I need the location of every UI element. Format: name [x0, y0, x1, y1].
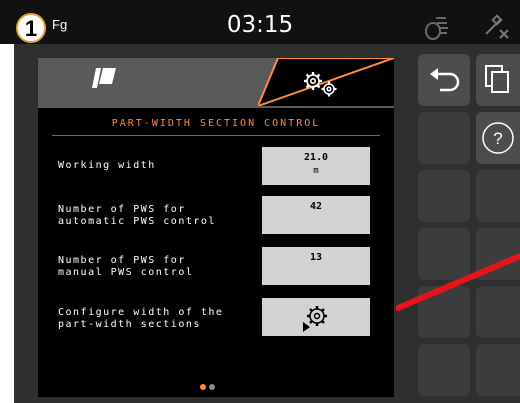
softkey-left-2[interactable]	[418, 112, 470, 164]
softkey-right-3[interactable]	[476, 170, 520, 222]
pws-automatic-label: Number of PWS for automatic PWS control	[58, 204, 216, 227]
help-icon: ?	[482, 122, 514, 154]
pws-automatic-field[interactable]: 42	[262, 196, 370, 234]
copy-pages-button[interactable]	[476, 54, 520, 106]
pws-manual-value: 13	[309, 252, 323, 263]
pws-manual-field[interactable]: 13	[262, 247, 370, 285]
page-dot	[209, 384, 215, 390]
softkey-left-6[interactable]	[418, 344, 470, 396]
settings-gears-icon	[304, 72, 337, 97]
working-width-unit: m	[313, 166, 319, 176]
wheel-icon	[425, 17, 448, 40]
working-width-label: Working width	[58, 160, 156, 171]
pointer-line	[396, 253, 520, 311]
svg-text:?: ?	[493, 129, 502, 148]
back-arrow-icon	[430, 68, 460, 92]
configure-width-button[interactable]	[262, 298, 370, 336]
configure-width-label: Configure width of the part-width sectio…	[58, 307, 224, 330]
pws-automatic-value: 42	[309, 201, 323, 212]
page-indicator	[200, 375, 218, 394]
implement-icon	[92, 68, 116, 88]
working-width-value: 21.0	[303, 152, 329, 163]
help-button[interactable]: ?	[476, 112, 520, 164]
tab-implement[interactable]	[90, 66, 118, 90]
configure-gear-icon	[303, 306, 327, 332]
pws-manual-label: Number of PWS for manual PWS control	[58, 255, 194, 278]
title-divider	[52, 135, 380, 136]
softkey-left-3[interactable]	[418, 170, 470, 222]
softkey-right-6[interactable]	[476, 344, 520, 396]
working-width-field[interactable]: 21.0 m	[262, 147, 370, 185]
copy-pages-icon	[485, 65, 509, 93]
satellite-disabled-icon	[485, 14, 509, 39]
page-dot-active	[200, 384, 206, 390]
back-button[interactable]	[418, 54, 470, 106]
panel-title: PART-WIDTH SECTION CONTROL	[111, 118, 321, 129]
